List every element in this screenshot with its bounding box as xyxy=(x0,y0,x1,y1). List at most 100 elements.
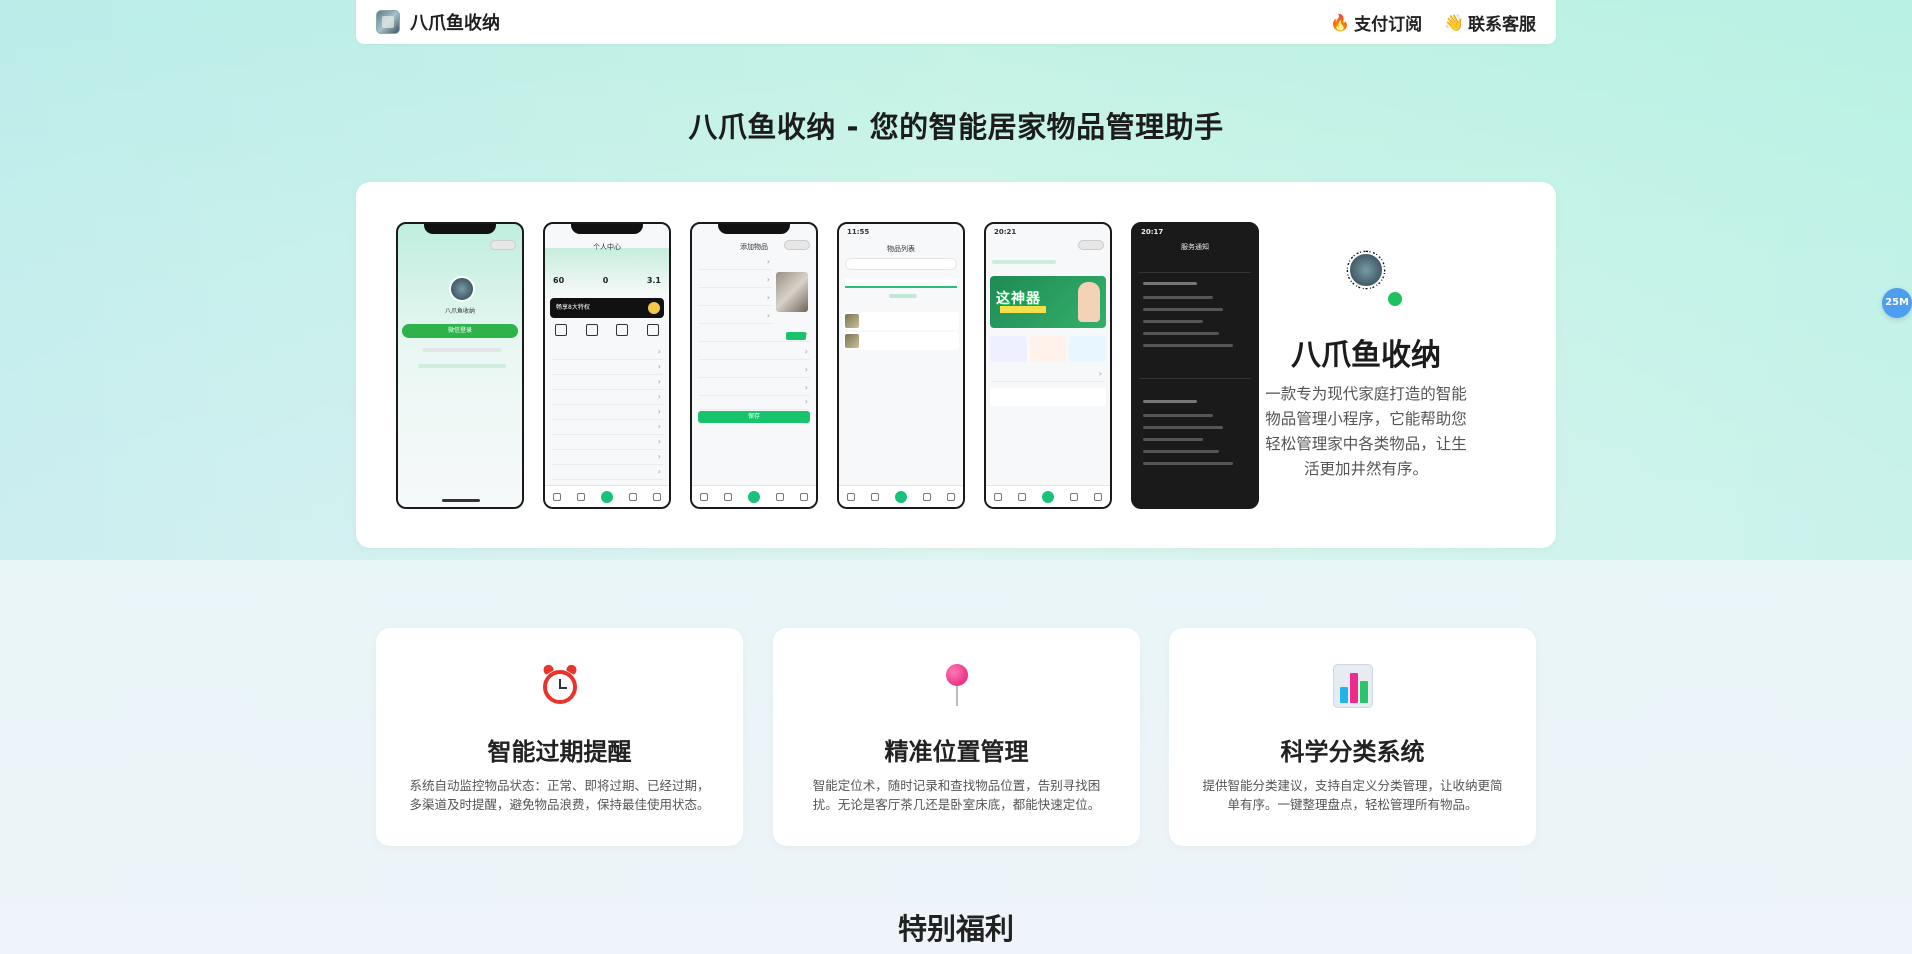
waving-hand-icon: 👋 xyxy=(1444,12,1464,32)
feature-description: 提供智能分类建议，支持自定义分类管理，让收纳更简单有序。一键整理盘点，轻松管理所… xyxy=(1202,778,1503,812)
phone-notch xyxy=(424,224,496,234)
save-label: 保存 xyxy=(747,413,760,420)
text-line xyxy=(1143,450,1219,453)
phone-tabbar xyxy=(692,485,816,507)
phone-screenshot-login: 八爪鱼收纳 微信登录 xyxy=(396,222,524,509)
menu-row xyxy=(551,347,663,360)
mini-program-qr-code[interactable] xyxy=(1318,222,1414,318)
vip-text: 畅享8大特权 xyxy=(556,304,590,311)
feature-title: 科学分类系统 xyxy=(1280,738,1425,766)
hero-title: 八爪鱼收纳 - 您的智能居家物品管理助手 xyxy=(688,110,1224,144)
section-row xyxy=(992,369,1104,382)
special-benefits-title: 特别福利 xyxy=(897,912,1014,946)
alarm-clock-icon xyxy=(376,664,743,708)
nav-subscribe-link[interactable]: 🔥 支付订阅 xyxy=(1330,10,1422,35)
menu-row xyxy=(551,362,663,375)
banner-text: 这神器 xyxy=(996,291,1041,307)
qr-info-panel: 八爪鱼收纳 一款专为现代家庭打造的智能物品管理小程序，它能帮助您轻松管理家中各类… xyxy=(1252,222,1480,482)
menu-row xyxy=(551,377,663,390)
text-line xyxy=(1143,282,1197,285)
divider xyxy=(1139,378,1251,379)
form-row xyxy=(698,383,810,396)
phone-page-title: 物品列表 xyxy=(887,245,915,253)
home-icon xyxy=(555,324,567,336)
nav-subscribe-label: 支付订阅 xyxy=(1354,14,1423,35)
save-button: 保存 xyxy=(698,411,810,423)
divider xyxy=(1139,272,1251,273)
feature-title: 智能过期提醒 xyxy=(487,738,632,766)
item-thumbnail xyxy=(845,314,859,328)
filter-chip xyxy=(889,294,917,298)
phone-screenshot-profile: 个人中心 60 0 3.1 畅享8大特权 xyxy=(543,222,671,509)
app-logo-icon xyxy=(376,10,400,34)
phone-screenshot-add-item: 添加物品 保存 xyxy=(690,222,818,509)
nav-contact-link[interactable]: 👋 联系客服 xyxy=(1444,10,1536,35)
scan-tag xyxy=(786,332,806,340)
stat-card xyxy=(1029,336,1067,362)
text-line xyxy=(1143,438,1203,441)
brand-name: 八爪鱼收纳 xyxy=(410,13,500,34)
item-card xyxy=(843,312,959,330)
phone-tabbar xyxy=(545,485,669,507)
mini-program-capsule xyxy=(1078,240,1104,250)
phone-app-name: 八爪鱼收纳 xyxy=(444,308,475,315)
banner-figure xyxy=(1078,282,1100,322)
banner-subtitle-bar xyxy=(1000,306,1046,313)
floating-badge[interactable]: 25M xyxy=(1882,288,1912,318)
mini-program-capsule xyxy=(490,240,516,250)
app-logo-icon xyxy=(1348,252,1384,288)
wechat-login-button: 微信登录 xyxy=(402,324,518,338)
notice-bar xyxy=(992,260,1056,264)
stat-value: 0 xyxy=(602,276,609,285)
grid-icon xyxy=(585,324,598,336)
stat-card xyxy=(1069,336,1107,362)
stat-card xyxy=(990,336,1027,362)
feature-title: 精准位置管理 xyxy=(884,738,1029,766)
text-line xyxy=(418,364,506,368)
app-avatar xyxy=(449,276,475,302)
form-row xyxy=(698,275,772,288)
home-indicator xyxy=(442,499,480,502)
phone-notch xyxy=(571,224,643,234)
pushpin-icon xyxy=(773,664,1140,708)
filter-tabs xyxy=(845,278,957,288)
box-icon xyxy=(616,324,629,336)
menu-row xyxy=(551,467,663,480)
stat-cards xyxy=(990,336,1107,362)
text-line xyxy=(1143,414,1213,417)
menu-row xyxy=(551,407,663,420)
menu-row xyxy=(551,437,663,450)
item-card xyxy=(843,332,959,350)
brand[interactable]: 八爪鱼收纳 xyxy=(376,9,500,35)
feature-card-location: 精准位置管理 智能定位术，随时记录和查找物品位置，告别寻找困扰。无论是客厅茶几还… xyxy=(773,628,1140,846)
bar-chart-icon xyxy=(1169,664,1536,708)
menu-row xyxy=(551,392,663,405)
app-description: 一款专为现代家庭打造的智能物品管理小程序，它能帮助您轻松管理家中各类物品，让生活… xyxy=(1265,385,1467,478)
app-name: 八爪鱼收纳 xyxy=(1291,338,1441,373)
form-row xyxy=(698,397,810,410)
form-row xyxy=(698,311,772,324)
feature-card-expiry: 智能过期提醒 系统自动监控物品状态：正常、即将过期、已经过期，多渠道及时提醒，避… xyxy=(376,628,743,846)
phone-screenshot-item-list: 11:55 物品列表 xyxy=(837,222,965,509)
status-time: 11:55 xyxy=(847,228,870,236)
phone-tabbar xyxy=(986,485,1110,507)
item-photo xyxy=(776,272,808,312)
profile-stats: 60 0 3.1 xyxy=(553,276,661,285)
text-line xyxy=(1143,296,1213,299)
mini-program-capsule xyxy=(784,240,810,250)
item-thumbnail xyxy=(845,334,859,348)
stat-value: 60 xyxy=(553,276,565,285)
menu-row xyxy=(551,422,663,435)
phone-page-title: 服务通知 xyxy=(1181,243,1209,251)
phone-notch xyxy=(718,224,790,234)
item-card xyxy=(990,388,1106,406)
feature-description: 系统自动监控物品状态：正常、即将过期、已经过期，多渠道及时提醒，避免物品浪费，保… xyxy=(409,778,710,812)
text-line xyxy=(1143,308,1223,311)
search-bar xyxy=(845,258,957,270)
phone-screenshot-notifications: 20:17 服务通知 xyxy=(1131,222,1259,509)
form-row xyxy=(698,257,772,270)
phone-tabbar xyxy=(839,485,963,507)
fire-icon: 🔥 xyxy=(1330,12,1351,32)
text-line xyxy=(1143,462,1233,465)
feature-card-category: 科学分类系统 提供智能分类建议，支持自定义分类管理，让收纳更简单有序。一键整理盘… xyxy=(1169,628,1536,846)
